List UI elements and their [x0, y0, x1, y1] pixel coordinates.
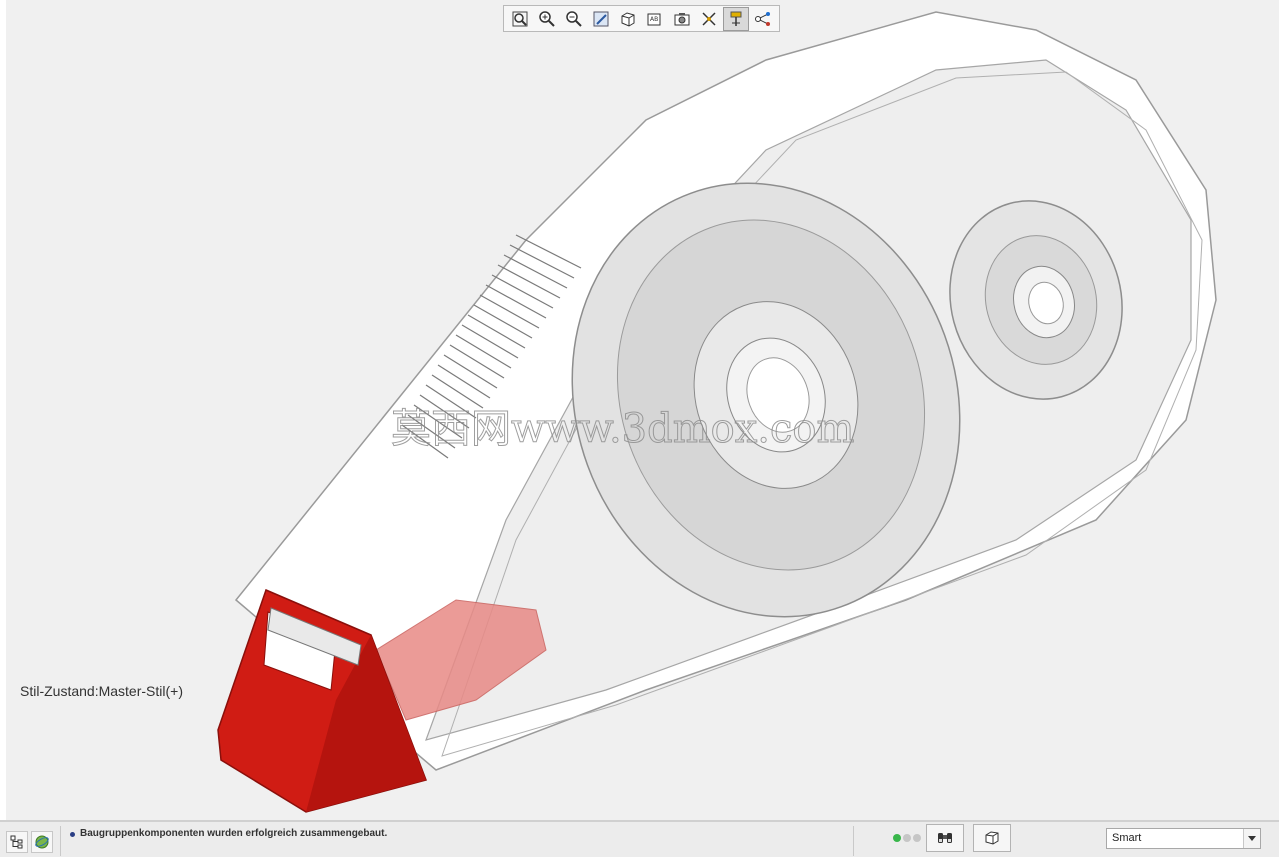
repaint-icon [593, 11, 609, 26]
view-toolbar: AB [503, 5, 780, 32]
cube-icon [985, 831, 999, 845]
chevron-down-icon [1248, 835, 1256, 841]
annotation-display-button[interactable] [750, 7, 776, 31]
style-state-label: Stil-Zustand:Master-Stil(+) [20, 683, 183, 699]
display-style-button[interactable] [615, 7, 641, 31]
status-separator [60, 826, 61, 856]
selection-filter-button[interactable] [973, 824, 1011, 852]
view-manager-button[interactable] [669, 7, 695, 31]
zoom-fit-button[interactable] [507, 7, 533, 31]
repaint-button[interactable] [588, 7, 614, 31]
indicator-dot-green [893, 834, 901, 842]
zoom-in-icon [539, 10, 555, 27]
zoom-out-button[interactable] [561, 7, 587, 31]
display-style-icon [621, 11, 635, 27]
spin-center-icon [730, 11, 742, 26]
view-manager-icon [674, 12, 690, 25]
browser-globe-icon [35, 835, 49, 849]
indicator-dot-grey [903, 834, 911, 842]
dropdown-arrow[interactable] [1243, 829, 1260, 848]
status-message: Baugruppenkomponenten wurden erfolgreich… [80, 828, 388, 839]
datum-display-icon [702, 11, 716, 26]
spin-center-button[interactable] [723, 6, 749, 31]
message-bullet-icon [70, 832, 75, 837]
annotation-display-icon [755, 11, 770, 26]
regeneration-indicator [893, 834, 921, 842]
zoom-fit-icon [512, 11, 528, 26]
svg-text:AB: AB [650, 16, 658, 23]
model-tree-toggle[interactable] [6, 831, 28, 853]
zoom-in-button[interactable] [534, 7, 560, 31]
saved-orientations-icon: AB [647, 13, 661, 25]
watermark-text: 莫西网www.3dmox.com [391, 406, 854, 452]
zoom-out-icon [566, 10, 582, 27]
datum-display-button[interactable] [696, 7, 722, 31]
saved-orientations-button[interactable]: AB [642, 7, 668, 31]
selection-filter-dropdown[interactable]: Smart [1106, 828, 1261, 849]
status-separator [853, 826, 854, 856]
graphics-window[interactable]: 莫西网www.3dmox.com AB Stil-Zustand:Master-… [0, 0, 1279, 820]
browser-toggle[interactable] [31, 831, 53, 853]
find-button[interactable] [926, 824, 964, 852]
selection-filter-value: Smart [1112, 832, 1142, 844]
model-tree-icon [10, 835, 23, 849]
binoculars-icon [938, 833, 952, 843]
indicator-dot-grey [913, 834, 921, 842]
3d-model-view[interactable]: 莫西网www.3dmox.com [6, 0, 1279, 820]
